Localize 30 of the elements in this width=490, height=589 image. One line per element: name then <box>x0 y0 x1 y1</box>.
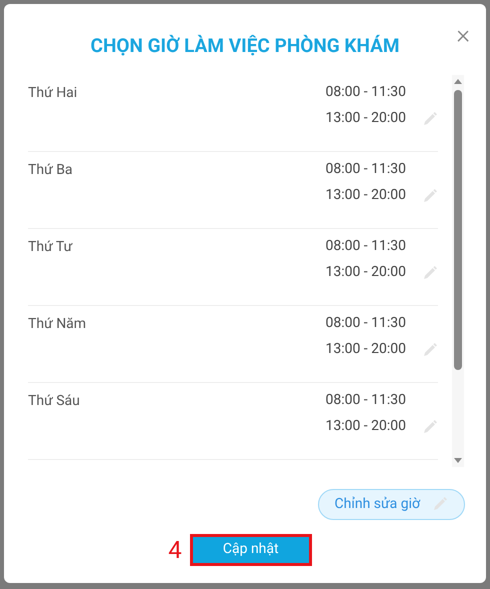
scroll-down-icon[interactable] <box>454 458 462 462</box>
day-label: Thứ Tư <box>28 238 74 256</box>
time-range: 08:00 - 11:30 <box>325 390 406 408</box>
scrollbar[interactable] <box>452 74 464 466</box>
scroll-up-icon[interactable] <box>454 78 462 84</box>
time-range: 08:00 - 11:30 <box>325 236 406 254</box>
pencil-icon <box>422 418 438 434</box>
day-label: Thứ Năm <box>28 314 88 334</box>
close-button[interactable]: × <box>456 22 470 48</box>
update-button[interactable]: Cập nhật <box>190 534 312 566</box>
time-range: 13:00 - 20:00 <box>325 186 406 204</box>
pencil-icon <box>422 188 438 204</box>
dialog-title: CHỌN GIỜ LÀM VIỆC PHÒNG KHÁM <box>90 33 400 59</box>
pencil-icon <box>422 110 438 126</box>
scroll-thumb[interactable] <box>454 90 462 370</box>
time-range: 08:00 - 11:30 <box>325 82 406 100</box>
time-range: 13:00 - 20:00 <box>325 416 406 434</box>
time-range: 13:00 - 20:00 <box>325 108 406 126</box>
time-range: 13:00 - 20:00 <box>325 262 406 280</box>
pencil-icon <box>422 264 438 280</box>
time-range: 08:00 - 11:30 <box>325 314 406 332</box>
time-range: 13:00 - 20:00 <box>325 340 406 358</box>
step-number: 4 <box>168 534 182 566</box>
day-label: Thứ Ba <box>28 160 74 180</box>
time-range: 08:00 - 11:30 <box>325 160 406 178</box>
edit-hours-button[interactable]: Chỉnh sửa giờ <box>318 488 465 520</box>
pencil-icon <box>432 496 448 512</box>
pencil-icon <box>422 342 438 358</box>
day-label: Thứ Sáu <box>28 392 81 410</box>
day-label: Thứ Hai <box>28 84 78 102</box>
